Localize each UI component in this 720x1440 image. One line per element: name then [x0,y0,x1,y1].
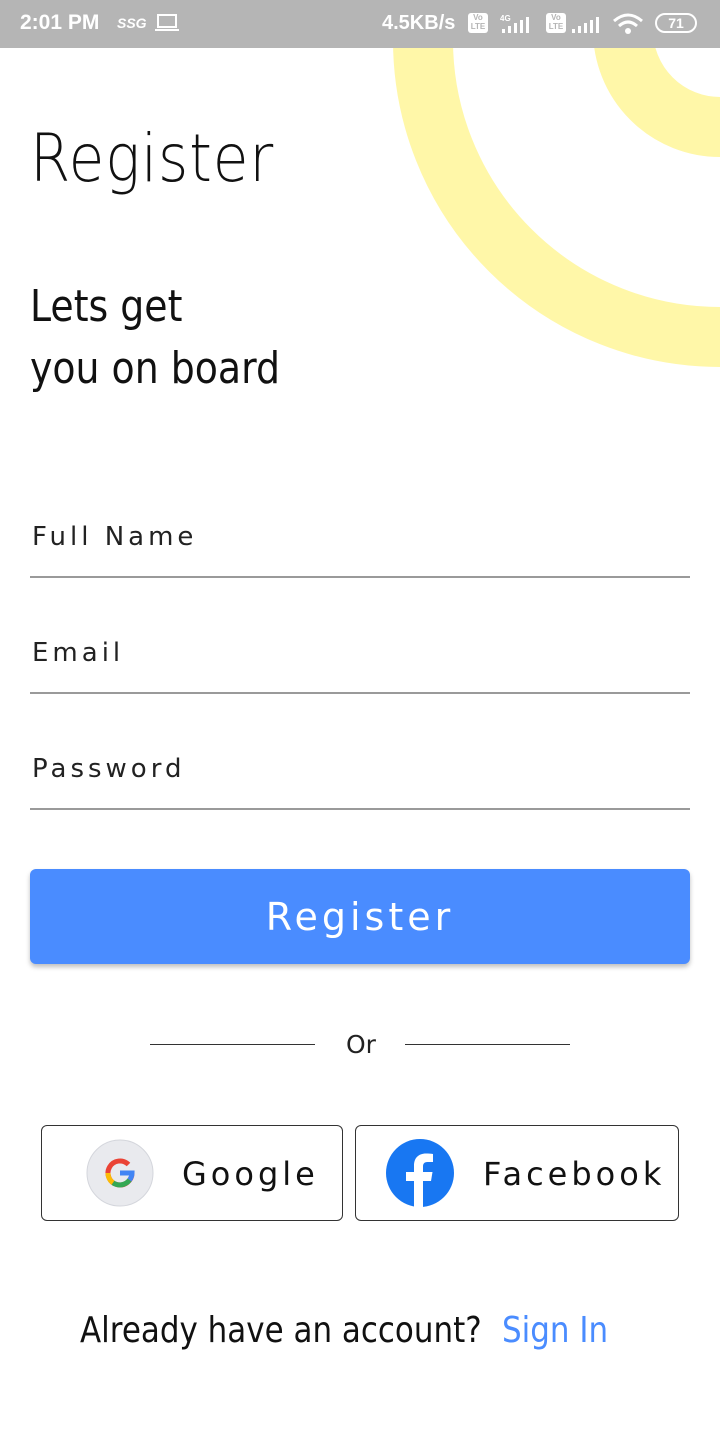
facebook-icon [386,1139,454,1207]
page-title: Register [30,120,275,197]
page-subtitle: Lets get you on board [30,276,280,400]
sign-in-link[interactable]: Sign In [502,1310,608,1351]
email-field[interactable]: Email [30,612,690,694]
divider-line-left [150,1044,315,1045]
carrier-tag: SSG [117,15,147,31]
network-type: 4G [500,14,511,23]
subtitle-line-1: Lets get [30,281,183,332]
google-signin-button[interactable]: Google [41,1125,343,1221]
signal-icon: 4G [500,14,529,33]
divider-or-text: Or [346,1030,376,1059]
status-bar: 2:01 PM SSG 4.5KB/s Vo LTE 4G Vo LTE 71 [0,0,720,48]
status-time: 2:01 PM [20,11,100,34]
signal-icon [572,17,599,33]
password-field[interactable]: Password [30,728,690,810]
volte-icon: Vo LTE [546,13,566,33]
volte-icon: Vo LTE [468,13,488,33]
google-label: Google [182,1155,319,1193]
full-name-label: Full Name [32,522,198,552]
google-icon [86,1139,154,1207]
email-label: Email [32,638,125,668]
divider-line-right [405,1044,570,1045]
battery-icon: 71 [655,13,697,33]
facebook-label: Facebook [483,1155,666,1193]
wifi-icon [613,13,643,34]
already-have-account-text: Already have an account? [80,1310,482,1351]
facebook-signin-button[interactable]: Facebook [355,1125,679,1221]
subtitle-line-2: you on board [30,343,280,394]
laptop-icon [155,14,179,31]
password-label: Password [32,754,186,784]
network-speed: 4.5KB/s [382,12,456,34]
register-button[interactable]: Register [30,869,690,964]
full-name-field[interactable]: Full Name [30,496,690,578]
